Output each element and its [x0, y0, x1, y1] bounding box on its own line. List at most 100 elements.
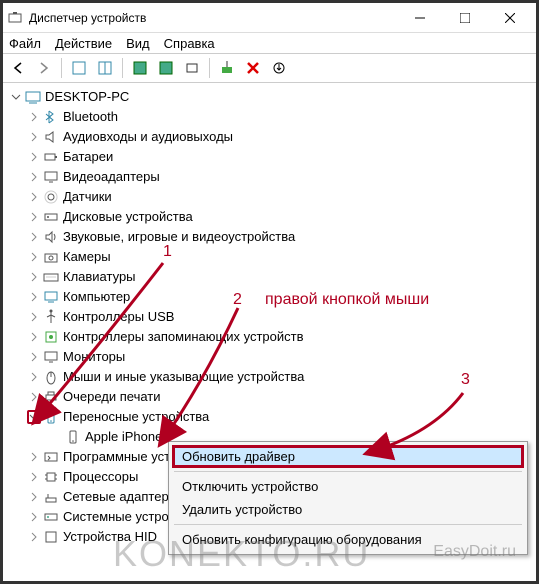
chevron-right-icon[interactable] — [27, 390, 41, 404]
annotation-number-2: 2 — [233, 291, 242, 309]
chevron-right-icon[interactable] — [27, 310, 41, 324]
display-icon — [43, 169, 59, 185]
toolbar — [3, 53, 536, 83]
tree-item-label: Очереди печати — [63, 387, 161, 407]
chevron-down-icon[interactable] — [27, 410, 41, 424]
menu-bar: Файл Действие Вид Справка — [3, 33, 536, 53]
tool-icon-3[interactable] — [129, 57, 151, 79]
chevron-right-icon[interactable] — [27, 510, 41, 524]
annotation-number-1: 1 — [163, 243, 172, 261]
tree-root-label: DESKTOP-PC — [45, 87, 129, 107]
tree-item-label: Сетевые адаптеры — [63, 487, 178, 507]
tool-icon-1[interactable] — [68, 57, 90, 79]
chevron-right-icon[interactable] — [27, 450, 41, 464]
tree-item[interactable]: Переносные устройства — [5, 407, 534, 427]
tree-item[interactable]: Видеоадаптеры — [5, 167, 534, 187]
tree-item-label: Мониторы — [63, 347, 125, 367]
camera-icon — [43, 249, 59, 265]
chevron-right-icon[interactable] — [27, 350, 41, 364]
tree-item[interactable]: Звуковые, игровые и видеоустройства — [5, 227, 534, 247]
tree-item[interactable]: Датчики — [5, 187, 534, 207]
tree-item-label: Bluetooth — [63, 107, 118, 127]
chevron-right-icon[interactable] — [27, 330, 41, 344]
minimize-button[interactable] — [397, 4, 442, 32]
disk-icon — [43, 209, 59, 225]
chevron-right-icon[interactable] — [27, 470, 41, 484]
chevron-right-icon[interactable] — [27, 270, 41, 284]
audio-icon — [43, 129, 59, 145]
menu-file[interactable]: Файл — [9, 36, 41, 51]
chevron-right-icon[interactable] — [27, 170, 41, 184]
chevron-right-icon[interactable] — [27, 230, 41, 244]
tree-item[interactable]: Мыши и иные указывающие устройства — [5, 367, 534, 387]
tree-item[interactable]: Дисковые устройства — [5, 207, 534, 227]
tree-item-label: Звуковые, игровые и видеоустройства — [63, 227, 295, 247]
computer-icon — [25, 89, 41, 105]
tool-delete-icon[interactable] — [242, 57, 264, 79]
tree-item-label: Мыши и иные указывающие устройства — [63, 367, 304, 387]
back-button[interactable] — [7, 57, 29, 79]
system-icon — [43, 509, 59, 525]
battery-icon — [43, 149, 59, 165]
chevron-right-icon[interactable] — [27, 490, 41, 504]
tree-item[interactable]: Батареи — [5, 147, 534, 167]
menu-action[interactable]: Действие — [55, 36, 112, 51]
ctx-disable-device[interactable]: Отключить устройство — [172, 475, 524, 498]
ctx-update-driver[interactable]: Обновить драйвер — [172, 445, 524, 468]
chevron-right-icon[interactable] — [27, 150, 41, 164]
chevron-right-icon[interactable] — [27, 370, 41, 384]
ctx-separator — [174, 471, 522, 472]
tree-item[interactable]: Аудиовходы и аудиовыходы — [5, 127, 534, 147]
chevron-down-icon[interactable] — [9, 90, 23, 104]
menu-help[interactable]: Справка — [164, 36, 215, 51]
storage-icon — [43, 329, 59, 345]
chevron-right-icon[interactable] — [49, 430, 63, 444]
tool-icon-6[interactable] — [216, 57, 238, 79]
chevron-right-icon[interactable] — [27, 210, 41, 224]
tree-item-label: Датчики — [63, 187, 112, 207]
tree-item[interactable]: Камеры — [5, 247, 534, 267]
window-title: Диспетчер устройств — [29, 11, 397, 25]
ctx-separator — [174, 524, 522, 525]
mouse-icon — [43, 369, 59, 385]
title-bar: Диспетчер устройств — [3, 3, 536, 33]
tree-item-label: Переносные устройства — [63, 407, 209, 427]
maximize-button[interactable] — [442, 4, 487, 32]
portable-icon — [43, 409, 59, 425]
monitor-icon — [43, 349, 59, 365]
chevron-right-icon[interactable] — [27, 130, 41, 144]
hid-icon — [43, 529, 59, 545]
phone-icon — [65, 429, 81, 445]
tree-item[interactable]: Клавиатуры — [5, 267, 534, 287]
chevron-right-icon[interactable] — [27, 530, 41, 544]
tree-item-label: Клавиатуры — [63, 267, 136, 287]
close-button[interactable] — [487, 4, 532, 32]
tree-item[interactable]: Контроллеры запоминающих устройств — [5, 327, 534, 347]
tree-item[interactable]: Bluetooth — [5, 107, 534, 127]
tool-icon-2[interactable] — [94, 57, 116, 79]
tree-item[interactable]: Контроллеры USB — [5, 307, 534, 327]
keyboard-icon — [43, 269, 59, 285]
tree-item-label: Видеоадаптеры — [63, 167, 160, 187]
tool-icon-5[interactable] — [181, 57, 203, 79]
ctx-uninstall-device[interactable]: Удалить устройство — [172, 498, 524, 521]
chevron-right-icon[interactable] — [27, 290, 41, 304]
chevron-right-icon[interactable] — [27, 250, 41, 264]
tool-icon-4[interactable] — [155, 57, 177, 79]
tree-item-label: Камеры — [63, 247, 111, 267]
tree-item[interactable]: Мониторы — [5, 347, 534, 367]
tree-root[interactable]: DESKTOP-PC — [5, 87, 534, 107]
software-icon — [43, 449, 59, 465]
forward-button[interactable] — [33, 57, 55, 79]
network-icon — [43, 489, 59, 505]
tree-item-label: Аудиовходы и аудиовыходы — [63, 127, 233, 147]
sound-icon — [43, 229, 59, 245]
tree-item-label: Компьютер — [63, 287, 130, 307]
menu-view[interactable]: Вид — [126, 36, 150, 51]
chevron-right-icon[interactable] — [27, 110, 41, 124]
tool-update-icon[interactable] — [268, 57, 290, 79]
tree-item[interactable]: Очереди печати — [5, 387, 534, 407]
watermark-secondary: EasyDoit.ru — [433, 543, 516, 561]
chevron-right-icon[interactable] — [27, 190, 41, 204]
bluetooth-icon — [43, 109, 59, 125]
